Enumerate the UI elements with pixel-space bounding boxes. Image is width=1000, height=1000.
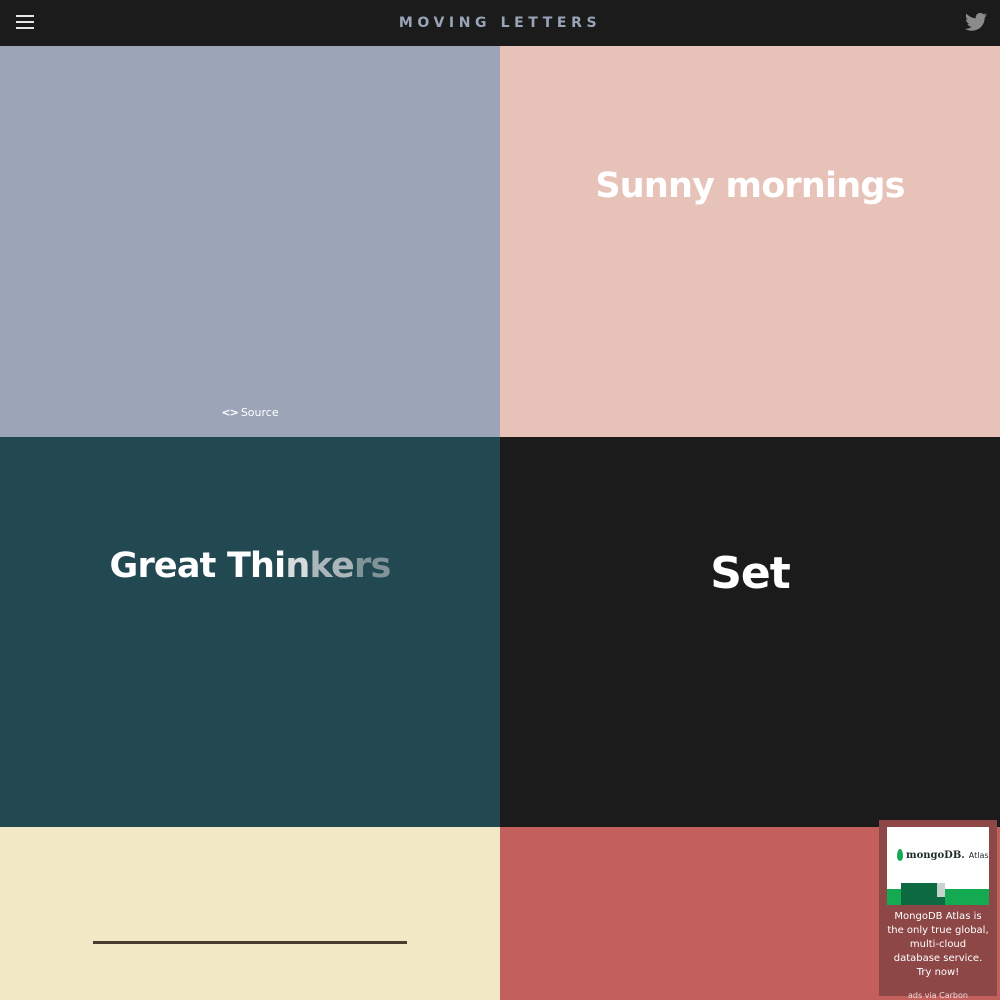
ad-text[interactable]: MongoDB Atlas is the only true global, m…: [887, 910, 989, 980]
demo-tile-2[interactable]: [500, 46, 1000, 437]
great-text-fade-2: ke: [309, 546, 355, 586]
hamburger-icon-line: [16, 15, 34, 17]
source-label: Source: [240, 406, 279, 419]
great-text-fade-1: n: [285, 546, 310, 586]
ad-via-link[interactable]: ads via Carbon: [887, 991, 989, 1000]
hamburger-icon-line: [16, 21, 34, 23]
twitter-link[interactable]: [965, 12, 987, 32]
demo-tile-5[interactable]: [0, 827, 500, 1000]
sunny-mornings-text: Sunny mornings: [595, 166, 905, 206]
ad-brand: mongoDB.: [906, 849, 965, 861]
source-link[interactable]: <> Source: [0, 406, 500, 419]
mongodb-logo: mongoDB. Atlas: [897, 849, 989, 861]
mongodb-leaf-icon: [897, 849, 903, 861]
animated-line: [93, 941, 407, 944]
demo-tile-1[interactable]: <> Source: [0, 46, 500, 437]
top-bar: MOVING LETTERS: [0, 0, 1000, 46]
hamburger-menu-button[interactable]: [16, 15, 34, 29]
carbon-ad[interactable]: mongoDB. Atlas MongoDB Atlas is the only…: [879, 820, 997, 1000]
site-title: MOVING LETTERS: [398, 15, 602, 31]
great-thinkers-text: Great Thinkers: [0, 546, 500, 586]
twitter-icon: [965, 12, 987, 31]
code-icon: <>: [221, 406, 238, 419]
ad-image[interactable]: mongoDB. Atlas: [887, 827, 989, 905]
ad-product: Atlas: [968, 850, 989, 860]
hamburger-icon-line: [16, 27, 34, 29]
great-text-solid: Great Thi: [109, 546, 287, 586]
set-text: Set: [710, 548, 791, 599]
ad-light-block: [937, 883, 945, 897]
demo-tile-3[interactable]: [0, 437, 500, 827]
great-text-fade-3: rs: [353, 546, 391, 586]
demo-tile-4[interactable]: [500, 437, 1000, 827]
